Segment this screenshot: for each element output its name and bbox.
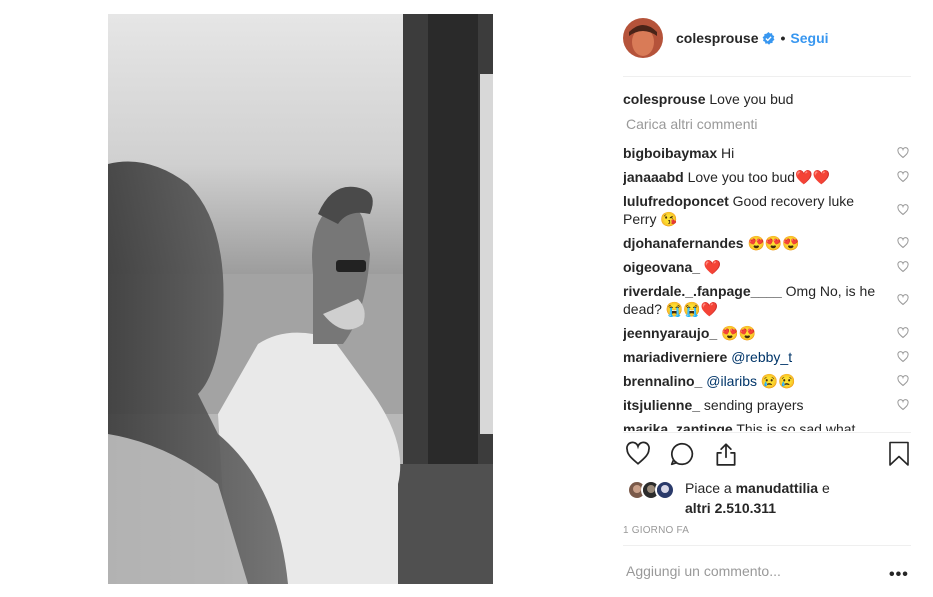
comment-like-icon[interactable] xyxy=(897,261,909,273)
comment-username[interactable]: bigboibaymax xyxy=(623,145,717,161)
comments-divider xyxy=(623,432,911,433)
verified-badge-icon xyxy=(763,31,775,45)
comment-text: Love you too bud❤️❤️ xyxy=(687,169,830,185)
comment-text: sending prayers xyxy=(703,397,804,413)
comment-mention[interactable]: @rebby_t xyxy=(731,349,792,365)
likes-text: Piace a manudattilia e altri 2.510.311 xyxy=(685,478,885,518)
comment-item: riverdale._.fanpage____ Omg No, is he de… xyxy=(623,282,913,318)
comment-text: 😢😢 xyxy=(760,373,796,389)
header-divider xyxy=(623,76,911,77)
comment-username[interactable]: riverdale._.fanpage____ xyxy=(623,283,782,299)
follow-button[interactable]: Segui xyxy=(790,30,828,46)
caption-text: Love you bud xyxy=(709,91,794,107)
comments-list[interactable]: bigboibaymax Hi janaaabd Love you too bu… xyxy=(623,142,913,431)
header-separator: • xyxy=(780,30,786,46)
comment-text: ❤️ xyxy=(703,259,722,275)
comment-item: djohanafernandes 😍😍😍 xyxy=(623,234,913,252)
comment-item: bigboibaymax Hi xyxy=(623,144,913,162)
comment-username[interactable]: brennalino_ xyxy=(623,373,702,389)
comment-username[interactable]: jeennyaraujo_ xyxy=(623,325,717,341)
comment-username[interactable]: janaaabd xyxy=(623,169,684,185)
comment-like-icon[interactable] xyxy=(897,204,909,216)
bookmark-icon[interactable] xyxy=(887,441,911,467)
composer-divider xyxy=(623,545,911,546)
comment-username[interactable]: mariadiverniere xyxy=(623,349,727,365)
comment-like-icon[interactable] xyxy=(897,375,909,387)
comment-text: 😍😍😍 xyxy=(747,235,800,251)
likes-prefix: Piace a xyxy=(685,480,732,496)
post-caption: colesprouse Love you bud xyxy=(623,90,793,108)
post-timestamp[interactable]: 1 giorno fa xyxy=(623,525,689,536)
like-icon[interactable] xyxy=(625,441,651,467)
more-options-icon[interactable]: ••• xyxy=(889,566,909,584)
comment-icon[interactable] xyxy=(669,441,695,467)
author-username[interactable]: colesprouse xyxy=(676,30,758,46)
comment-item: lulufredoponcet Good recovery luke Perry… xyxy=(623,192,913,228)
comment-item: itsjulienne_ sending prayers xyxy=(623,396,913,414)
add-comment-input[interactable]: Aggiungi un commento... xyxy=(626,563,866,579)
comment-username[interactable]: oigeovana_ xyxy=(623,259,700,275)
comment-username[interactable]: itsjulienne_ xyxy=(623,397,700,413)
likes-user[interactable]: manudattilia xyxy=(736,480,818,496)
comment-like-icon[interactable] xyxy=(897,399,909,411)
likes-summary: Piace a manudattilia e altri 2.510.311 xyxy=(627,476,907,516)
post-sidebar: colesprouse • Segui colesprouse Love you… xyxy=(623,0,913,597)
comment-like-icon[interactable] xyxy=(897,171,909,183)
comment-username[interactable]: lulufredoponcet xyxy=(623,193,729,209)
comment-text: This is so sad what xyxy=(736,421,856,431)
comment-like-icon[interactable] xyxy=(897,294,909,306)
comment-item: marika_zantinge This is so sad what xyxy=(623,420,913,431)
liker-avatars[interactable] xyxy=(627,480,679,500)
author-avatar[interactable] xyxy=(623,18,663,58)
load-more-comments-button[interactable]: Carica altri commenti xyxy=(626,116,757,132)
comment-like-icon[interactable] xyxy=(897,147,909,159)
caption-username[interactable]: colesprouse xyxy=(623,91,705,107)
share-icon[interactable] xyxy=(713,441,739,467)
comment-item: janaaabd Love you too bud❤️❤️ xyxy=(623,168,913,186)
liker-avatar xyxy=(655,480,675,500)
likes-count[interactable]: altri 2.510.311 xyxy=(685,500,776,516)
post-header: colesprouse • Segui xyxy=(623,16,913,60)
comment-text: 😍😍 xyxy=(721,325,756,341)
comment-like-icon[interactable] xyxy=(897,327,909,339)
comment-item: mariadiverniere @rebby_t xyxy=(623,348,913,366)
comment-username[interactable]: marika_zantinge xyxy=(623,421,733,431)
post-photo-image xyxy=(108,14,493,584)
comment-item: oigeovana_ ❤️ xyxy=(623,258,913,276)
likes-joiner: e xyxy=(821,480,830,496)
comment-like-icon[interactable] xyxy=(897,237,909,249)
comment-text: Hi xyxy=(721,145,735,161)
comment-item: jeennyaraujo_ 😍😍 xyxy=(623,324,913,342)
post-photo[interactable] xyxy=(108,14,493,584)
action-bar xyxy=(623,441,913,471)
comment-like-icon[interactable] xyxy=(897,351,909,363)
comment-username[interactable]: djohanafernandes xyxy=(623,235,744,251)
comment-item: brennalino_ @ilaribs 😢😢 xyxy=(623,372,913,390)
comment-mention[interactable]: @ilaribs xyxy=(706,373,757,389)
